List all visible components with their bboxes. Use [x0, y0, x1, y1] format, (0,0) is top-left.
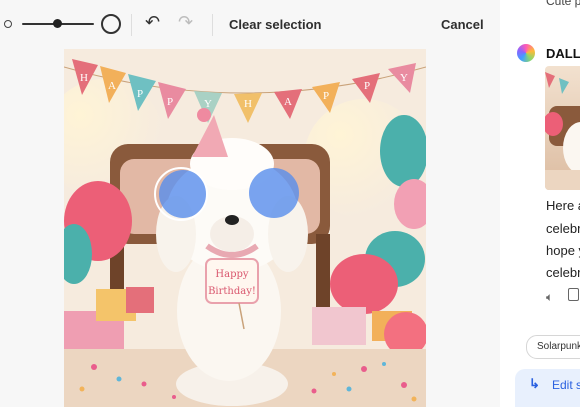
brush-size-slider-handle[interactable]: [53, 19, 62, 28]
message-text-line: celebr: [546, 221, 580, 236]
message-text-line: Here a: [546, 198, 580, 213]
generated-image-thumbnail[interactable]: [545, 66, 580, 190]
message-text-line: hope y: [546, 243, 580, 258]
image-canvas[interactable]: H A P P Y H A P P Y Happy Birthday!: [64, 49, 426, 407]
previous-message-text: Cute p: [546, 0, 580, 8]
brush-size-large-icon[interactable]: [101, 14, 121, 34]
cancel-button[interactable]: Cancel: [441, 17, 484, 32]
bunting-letter: P: [167, 96, 173, 108]
redo-icon[interactable]: ↷: [178, 12, 193, 33]
copy-icon[interactable]: [568, 288, 579, 301]
brush-cursor: [154, 167, 208, 221]
speaker-icon[interactable]: 🔈︎: [546, 290, 553, 305]
style-chip-solarpunk[interactable]: Solarpunk: [526, 335, 580, 359]
bunting-letter: A: [284, 96, 292, 108]
edit-selection-label[interactable]: Edit s: [552, 378, 580, 392]
return-arrow-icon: ↳: [529, 376, 540, 391]
bunting-letter: Y: [400, 72, 408, 84]
image-editor-panel: ↶ ↷ Clear selection Cancel H A P P Y H A…: [0, 0, 500, 407]
bunting-letter: H: [244, 98, 252, 110]
message-text-line: celebr: [546, 265, 580, 280]
editor-toolbar: ↶ ↷ Clear selection Cancel: [0, 0, 500, 48]
bunting-letter: A: [108, 80, 116, 92]
thumbnail-image: [545, 72, 580, 190]
bunting-letter: P: [323, 90, 329, 102]
undo-icon[interactable]: ↶: [145, 12, 160, 33]
message-sender: DALL-: [546, 46, 580, 61]
selection-mask-right[interactable]: [249, 168, 299, 218]
bunting-letter: P: [364, 80, 370, 92]
birthday-poodle-image: H A P P Y H A P P Y Happy Birthday!: [64, 49, 426, 407]
toolbar-divider: [212, 14, 213, 36]
brush-size-small-icon[interactable]: [4, 20, 12, 28]
sign-text-line1: Happy: [215, 269, 248, 280]
clear-selection-button[interactable]: Clear selection: [229, 17, 322, 32]
sign-text-line2: Birthday!: [208, 286, 256, 297]
bunting-letter: P: [137, 88, 143, 100]
dalle-avatar-icon: [517, 44, 535, 62]
bunting-letter: H: [80, 72, 88, 84]
toolbar-divider: [131, 14, 132, 36]
